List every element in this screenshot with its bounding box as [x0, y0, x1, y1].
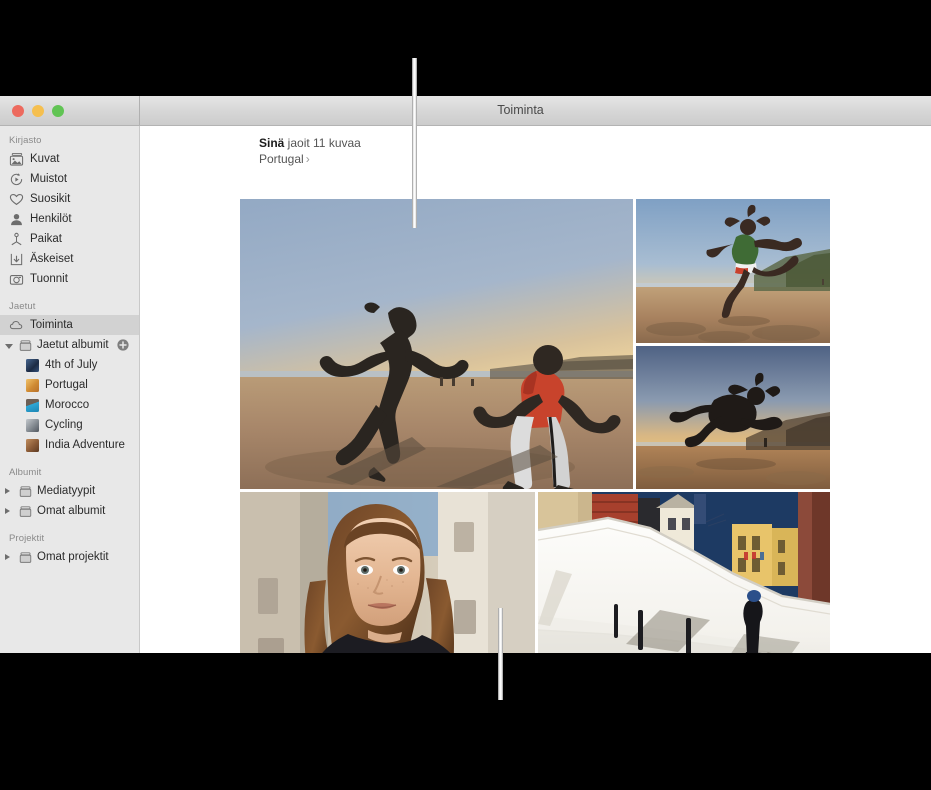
share-author: Sinä — [259, 136, 284, 150]
sidebar-item-label: Mediatyypit — [37, 485, 95, 497]
sidebar-item-label: Portugal — [45, 379, 88, 391]
album-thumbnail — [26, 359, 39, 372]
sidebar-group-mediatyypit[interactable]: Mediatyypit — [0, 481, 139, 501]
location-pin-icon — [9, 232, 24, 247]
photo-grid-row — [240, 492, 830, 653]
album-thumbnail — [26, 439, 39, 452]
sidebar-item-label: Jaetut albumit — [37, 339, 109, 351]
photo-white-wall-street[interactable] — [538, 492, 830, 653]
window-title: Toiminta — [0, 96, 931, 125]
person-icon — [9, 212, 24, 227]
sidebar-item-label: Suosikit — [30, 193, 70, 205]
sidebar-item-henkilot[interactable]: Henkilöt — [0, 209, 139, 229]
sidebar-section-jaetut: Jaetut — [0, 298, 139, 315]
memories-icon — [9, 172, 24, 187]
photo-beach-couple-sunset[interactable] — [240, 199, 633, 489]
sidebar-item-paikat[interactable]: Paikat — [0, 229, 139, 249]
share-description-text: jaoit 11 kuvaa — [284, 136, 361, 150]
sidebar-item-label: Paikat — [30, 233, 62, 245]
sidebar-spacer — [0, 455, 139, 464]
heart-icon — [9, 192, 24, 207]
album-link[interactable]: Portugal› — [259, 151, 931, 167]
sidebar: Kirjasto Kuvat Muistot Suosikit — [0, 126, 140, 653]
sidebar-item-label: Muistot — [30, 173, 67, 185]
callout-line-top — [412, 58, 417, 228]
recents-download-icon — [9, 252, 24, 267]
sidebar-item-label: Omat projektit — [37, 551, 109, 563]
sidebar-item-label: Toiminta — [30, 319, 73, 331]
folder-icon — [18, 550, 33, 565]
folder-icon — [18, 484, 33, 499]
sidebar-item-suosikit[interactable]: Suosikit — [0, 189, 139, 209]
activity-content: Sinä jaoit 11 kuvaa Portugal› — [141, 126, 931, 653]
sidebar-item-kuvat[interactable]: Kuvat — [0, 149, 139, 169]
photo-beach-jump-green-top[interactable] — [636, 199, 830, 343]
sidebar-item-label: Omat albumit — [37, 505, 105, 517]
sidebar-group-jaetut-albumit[interactable]: Jaetut albumit — [0, 335, 139, 355]
sidebar-item-label: 4th of July — [45, 359, 97, 371]
sidebar-section-kirjasto: Kirjasto — [0, 132, 139, 149]
sidebar-item-label: Äskeiset — [30, 253, 73, 265]
album-thumbnail — [26, 419, 39, 432]
sidebar-group-omat-projektit[interactable]: Omat projektit — [0, 547, 139, 567]
sidebar-item-label: Tuonnit — [30, 273, 68, 285]
chevron-right-icon[interactable] — [5, 508, 13, 514]
album-thumbnail — [26, 399, 39, 412]
album-thumbnail — [26, 379, 39, 392]
photo-grid-column-right — [636, 199, 830, 489]
share-description: Sinä jaoit 11 kuvaa — [259, 135, 931, 151]
album-link-label: Portugal — [259, 152, 304, 166]
activity-header: Sinä jaoit 11 kuvaa Portugal› — [141, 126, 931, 167]
sidebar-item-tuonnit[interactable]: Tuonnit — [0, 269, 139, 289]
sidebar-item-portugal[interactable]: Portugal — [0, 375, 139, 395]
folder-icon — [18, 504, 33, 519]
sidebar-item-toiminta[interactable]: Toiminta — [0, 315, 139, 335]
sidebar-section-albumit: Albumit — [0, 464, 139, 481]
sidebar-section-projektit: Projektit — [0, 530, 139, 547]
sidebar-spacer — [0, 289, 139, 298]
sidebar-item-label: Henkilöt — [30, 213, 72, 225]
sidebar-item-label: Morocco — [45, 399, 89, 411]
sidebar-spacer — [0, 521, 139, 530]
sidebar-item-4th-of-july[interactable]: 4th of July — [0, 355, 139, 375]
window-titlebar: Toiminta — [0, 96, 931, 126]
sidebar-item-cycling[interactable]: Cycling — [0, 415, 139, 435]
photos-app-window: Toiminta Kirjasto Kuvat Muistot — [0, 96, 931, 653]
sidebar-item-morocco[interactable]: Morocco — [0, 395, 139, 415]
chevron-right-icon[interactable] — [5, 554, 13, 560]
photo-beach-flip-silhouette[interactable] — [636, 346, 830, 490]
screenshot-root: Toiminta Kirjasto Kuvat Muistot — [0, 0, 931, 790]
callout-line-bottom — [498, 608, 503, 700]
chevron-right-icon[interactable] — [5, 488, 13, 494]
chevron-right-icon: › — [306, 152, 310, 166]
sidebar-item-muistot[interactable]: Muistot — [0, 169, 139, 189]
sidebar-item-label: India Adventure — [45, 439, 125, 451]
photo-grid — [240, 199, 830, 653]
chevron-down-icon[interactable] — [5, 344, 13, 349]
sidebar-item-label: Cycling — [45, 419, 83, 431]
sidebar-item-india-adventure[interactable]: India Adventure — [0, 435, 139, 455]
sidebar-item-askeiset[interactable]: Äskeiset — [0, 249, 139, 269]
cloud-icon — [9, 318, 24, 333]
photo-portrait-woman[interactable] — [240, 492, 535, 653]
add-shared-album-button[interactable] — [116, 338, 130, 352]
sidebar-item-label: Kuvat — [30, 153, 59, 165]
sidebar-group-omat-albumit[interactable]: Omat albumit — [0, 501, 139, 521]
folder-icon — [18, 338, 33, 353]
camera-icon — [9, 272, 24, 287]
photos-icon — [9, 152, 24, 167]
photo-grid-row — [240, 199, 830, 489]
